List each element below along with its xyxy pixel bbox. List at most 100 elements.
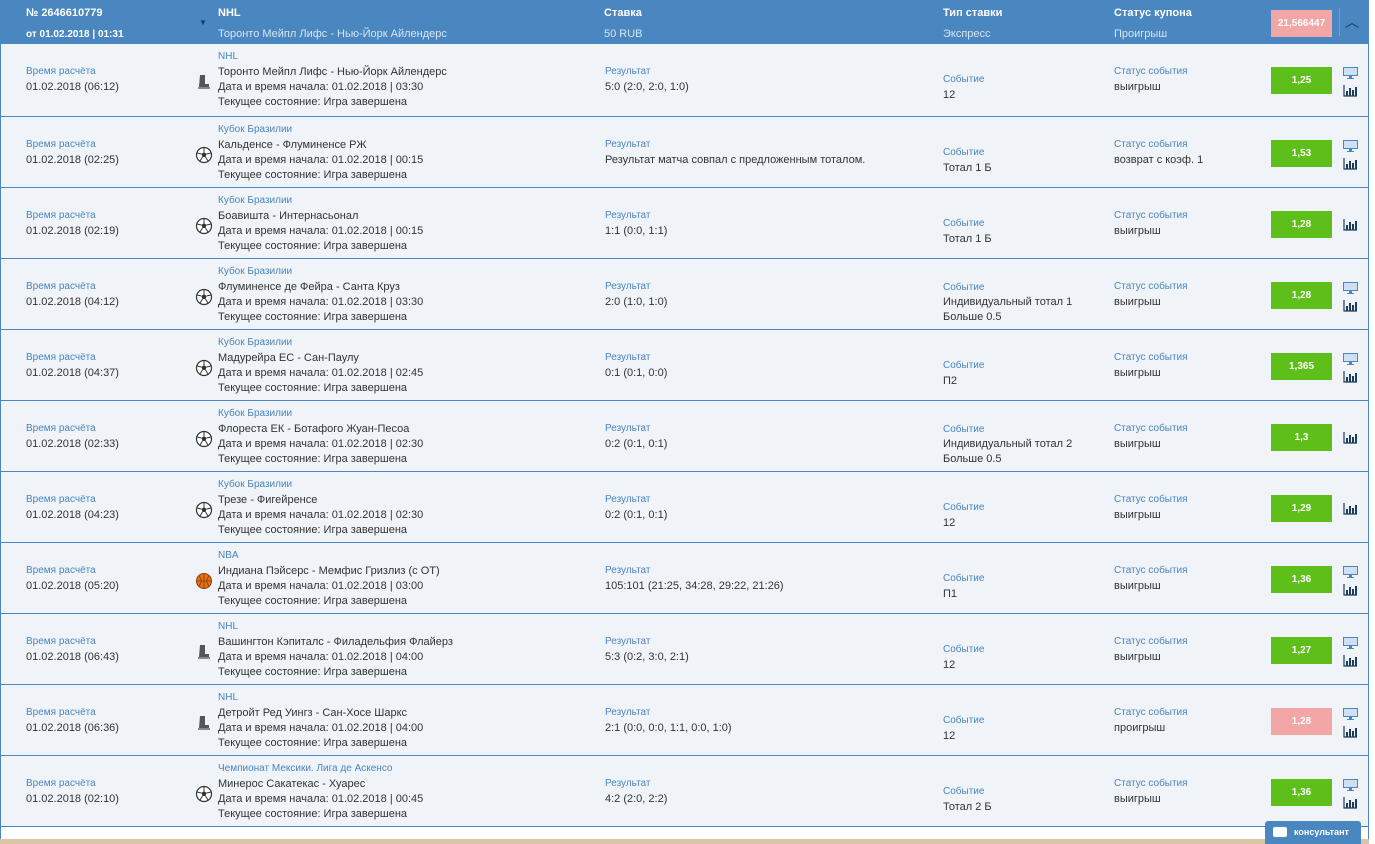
monitor-icon[interactable] [1343, 66, 1358, 79]
odds-badge: 1,28 [1271, 282, 1332, 309]
stats-chart-icon[interactable] [1343, 218, 1358, 231]
calc-time-label: Время расчёта [26, 636, 96, 647]
stats-chart-icon[interactable] [1343, 431, 1358, 444]
league-link[interactable]: Кубок Бразилии [218, 479, 292, 490]
game-state: Текущее состояние: Игра завершена [218, 240, 408, 252]
stats-chart-icon[interactable] [1343, 583, 1358, 596]
calc-time-value: 01.02.2018 (02:33) [26, 438, 119, 450]
league-link[interactable]: NHL [218, 692, 238, 703]
coupon-status-value: Проигрыш [1114, 28, 1168, 40]
start-time: Дата и время начала: 01.02.2018 | 02:45 [218, 367, 424, 379]
game-state: Текущее состояние: Игра завершена [218, 595, 408, 607]
event-value: 12 [943, 730, 956, 742]
match-name: Торонто Мейпл Лифс - Нью-Йорк Айлендерс [218, 66, 447, 78]
coupon-header[interactable]: № 2646610779 от 01.02.2018 | 01:31 ▼ NHL… [0, 0, 1369, 44]
stats-chart-icon[interactable] [1343, 370, 1358, 383]
league-link[interactable]: Кубок Бразилии [218, 408, 292, 419]
odds-badge: 1,27 [1271, 637, 1332, 664]
result-label: Результат [605, 352, 651, 363]
stats-chart-icon[interactable] [1343, 84, 1358, 97]
league-link[interactable]: Кубок Бразилии [218, 124, 292, 135]
stats-chart-icon[interactable] [1343, 157, 1358, 170]
monitor-icon[interactable] [1343, 636, 1358, 649]
odds-badge: 1,53 [1271, 140, 1332, 167]
stats-chart-icon[interactable] [1343, 796, 1358, 809]
league-link[interactable]: Кубок Бразилии [218, 337, 292, 348]
calc-time-value: 01.02.2018 (02:25) [26, 154, 119, 166]
monitor-icon[interactable] [1343, 352, 1358, 365]
league-link[interactable]: NHL [218, 51, 238, 62]
odds-badge: 1,29 [1271, 495, 1332, 522]
calc-time-value: 01.02.2018 (05:20) [26, 580, 119, 592]
event-value: П1 [943, 588, 958, 600]
match-name: Индиана Пэйсерс - Мемфис Гризлиз (с ОТ) [218, 565, 440, 577]
event-status-label: Статус события [1114, 778, 1188, 789]
stats-chart-icon[interactable] [1343, 502, 1358, 515]
odds-badge: 1,3 [1271, 424, 1332, 451]
event-value: Тотал 2 Б [943, 801, 992, 813]
football-icon [195, 359, 213, 377]
bet-row: Время расчёта 01.02.2018 (04:23) Кубок Бра… [0, 472, 1369, 543]
monitor-icon[interactable] [1343, 707, 1358, 720]
event-status-label: Статус события [1114, 139, 1188, 150]
result-label: Результат [605, 210, 651, 221]
result-value: 0:1 (0:1, 0:0) [605, 367, 668, 379]
monitor-icon[interactable] [1343, 139, 1358, 152]
game-state: Текущее состояние: Игра завершена [218, 311, 408, 323]
event-label: Событие [943, 786, 985, 797]
event-label: Событие [943, 715, 985, 726]
bet-row: Время расчёта 01.02.2018 (06:36) NHL Детрой… [0, 685, 1369, 756]
monitor-icon[interactable] [1343, 281, 1358, 294]
start-time: Дата и время начала: 01.02.2018 | 03:30 [218, 296, 424, 308]
result-label: Результат [605, 423, 651, 434]
consultant-button[interactable]: консультант [1265, 821, 1361, 844]
monitor-icon[interactable] [1343, 778, 1358, 791]
league-link[interactable]: NHL [218, 621, 238, 632]
football-icon [195, 430, 213, 448]
event-status-value: выигрыш [1114, 225, 1161, 237]
bet-row: Время расчёта 01.02.2018 (04:37) Кубок Бра… [0, 330, 1369, 401]
league-link[interactable]: Чемпионат Мексики. Лига де Аскенсо [218, 763, 393, 774]
event-status-label: Статус события [1114, 565, 1188, 576]
monitor-icon[interactable] [1343, 565, 1358, 578]
stake-label: Ставка [604, 7, 642, 19]
basketball-icon [195, 572, 213, 590]
league-link[interactable]: Кубок Бразилии [218, 266, 292, 277]
event-label: Событие [943, 644, 985, 655]
start-time: Дата и время начала: 01.02.2018 | 00:15 [218, 154, 424, 166]
event-status-value: проигрыш [1114, 722, 1166, 734]
chevron-up-icon[interactable]: ︿ [1339, 8, 1364, 36]
league-link[interactable]: Кубок Бразилии [218, 195, 292, 206]
coupon-match: Торонто Мейпл Лифс - Нью-Йорк Айлендерс [218, 28, 447, 40]
calc-time-value: 01.02.2018 (02:19) [26, 225, 119, 237]
bet-row: Время расчёта 01.02.2018 (04:12) Кубок Бра… [0, 259, 1369, 330]
result-label: Результат [605, 636, 651, 647]
event-value-line2: Больше 0.5 [943, 453, 1002, 465]
panel-border-left [0, 44, 1, 844]
event-status-value: выигрыш [1114, 367, 1161, 379]
start-time: Дата и время начала: 01.02.2018 | 00:45 [218, 793, 424, 805]
coupon-status-label: Статус купона [1114, 7, 1192, 19]
event-status-value: выигрыш [1114, 438, 1161, 450]
bet-type-value: Экспресс [943, 28, 991, 40]
bet-list: Время расчёта 01.02.2018 (06:12) NHL Торонт… [0, 44, 1369, 827]
caret-down-icon[interactable]: ▼ [199, 18, 207, 27]
stats-chart-icon[interactable] [1343, 654, 1358, 667]
event-status-value: выигрыш [1114, 81, 1161, 93]
league-link[interactable]: NBA [218, 550, 239, 561]
total-odds-badge: 21,566447 [1271, 10, 1332, 37]
start-time: Дата и время начала: 01.02.2018 | 04:00 [218, 651, 424, 663]
event-label: Событие [943, 573, 985, 584]
stats-chart-icon[interactable] [1343, 299, 1358, 312]
game-state: Текущее состояние: Игра завершена [218, 524, 408, 536]
calc-time-value: 01.02.2018 (06:43) [26, 651, 119, 663]
result-value: 2:0 (1:0, 1:0) [605, 296, 668, 308]
event-value: Тотал 1 Б [943, 233, 992, 245]
game-state: Текущее состояние: Игра завершена [218, 96, 408, 108]
result-label: Результат [605, 778, 651, 789]
game-state: Текущее состояние: Игра завершена [218, 737, 408, 749]
hockey-icon [195, 714, 213, 732]
calc-time-value: 01.02.2018 (02:10) [26, 793, 119, 805]
stats-chart-icon[interactable] [1343, 725, 1358, 738]
match-name: Флореста ЕК - Ботафого Жуан-Песоа [218, 423, 410, 435]
